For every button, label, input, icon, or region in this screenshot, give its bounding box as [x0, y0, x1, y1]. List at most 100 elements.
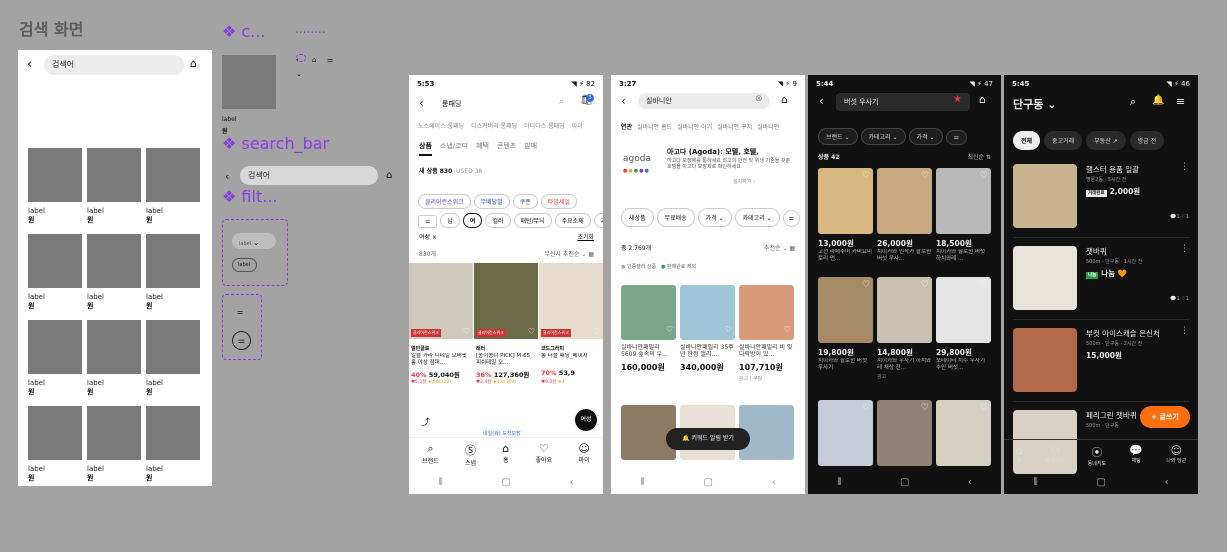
category-tab[interactable]: 방금 전	[1129, 131, 1165, 150]
post-item[interactable]: 햄스터 용품 일괄 ⋮ 명륜2동 · 5시간 전 거래완료 2,000원 💬1 ♡1	[1013, 162, 1189, 238]
suggestion-item[interactable]: 실바니안 아기	[677, 124, 712, 131]
search-icon[interactable]: ⌕	[559, 97, 564, 107]
nav-item[interactable]: Ⓢ 스냅	[465, 442, 476, 467]
category-tab[interactable]: 부동산 ↗	[1086, 131, 1126, 150]
recent-apps-icon[interactable]: ⦀	[438, 477, 442, 488]
home-button-icon[interactable]: ▢	[501, 477, 510, 488]
nav-item[interactable]: ⦿ 동네지도	[1088, 444, 1106, 467]
tab-item[interactable]: 발매	[524, 142, 537, 150]
grid-card[interactable]: label 원	[28, 406, 82, 483]
option-exclude-sold[interactable]: ● 판매완료 제외	[661, 264, 696, 270]
suggestion-item[interactable]: 노스페이스 롱패딩	[418, 123, 464, 130]
filter-material[interactable]: 주요소재	[554, 213, 591, 228]
star-icon[interactable]: ★	[953, 94, 962, 105]
product-card[interactable]: ♡ 실바니안패밀리 비 및 다락방이 있... 107,710원 광고 | 쿠팡	[739, 285, 794, 385]
recent-apps-icon[interactable]: ⦀	[1033, 477, 1037, 488]
heart-icon[interactable]: ♡	[921, 280, 929, 290]
product-card[interactable]: ♡ 실바니안패밀리 5609 숲속의 우... 160,000원	[621, 285, 676, 385]
recent-apps-icon[interactable]: ⦀	[837, 477, 841, 488]
back-icon[interactable]: ‹	[419, 96, 424, 110]
product-image[interactable]: ♡	[818, 400, 873, 466]
grid-card[interactable]: label 원	[87, 234, 141, 311]
home-button-icon[interactable]: ▢	[703, 477, 712, 488]
filter-chip[interactable]: 가격 ⌄	[697, 208, 732, 227]
home-button-icon[interactable]: ▢	[900, 477, 909, 488]
back-nav-icon[interactable]: ‹	[570, 477, 574, 488]
home-icon[interactable]: ⌂	[386, 170, 392, 181]
home-icon[interactable]: ⌂	[979, 93, 986, 106]
nav-item[interactable]: 💬 채팅	[1129, 444, 1143, 467]
tab-used[interactable]: USED 38	[456, 168, 482, 175]
nav-item[interactable]: ⌕ 브랜드	[422, 442, 439, 467]
sort-dropdown[interactable]: 무신사 추천순 ⌄ ▦	[544, 249, 594, 258]
heart-icon[interactable]: ♡	[921, 171, 929, 181]
grid-card[interactable]: label 원	[28, 320, 82, 397]
home-icon[interactable]: ⌂	[312, 56, 316, 64]
filter-circle-icon[interactable]: ⚌	[232, 331, 251, 350]
filter-chip[interactable]: 카테고리 ⌄	[860, 128, 906, 145]
bell-icon[interactable]: 🔔	[1152, 95, 1164, 106]
grid-card[interactable]: label 원	[146, 320, 200, 397]
product-image[interactable]: ♡	[936, 400, 991, 466]
heart-icon[interactable]: ♡	[980, 403, 988, 413]
back-nav-icon[interactable]: ‹	[968, 477, 972, 488]
badge-coupon[interactable]: 쿠폰	[512, 194, 538, 209]
filter-pattern[interactable]: 패턴/무늬	[513, 213, 552, 228]
floating-gender-button[interactable]: 여성	[575, 409, 597, 431]
grid-card[interactable]: label 원	[87, 320, 141, 397]
product-card[interactable]: 클리어런스위크 ♡ 앨빈클로 알블 카라 디테일 오버핏 롱 야상 점퍼... 40% …	[409, 263, 473, 413]
clear-icon[interactable]: ⊗	[755, 94, 763, 104]
filter-price[interactable]: 가격	[593, 213, 603, 228]
product-card[interactable]: 클리어런스위크 ♡ 래터 [송이송이 PICK] M-65 피쉬테일 오... 36% …	[474, 263, 538, 413]
product-card[interactable]: ♡ 29,800원 포테이터 치수 우사기 수인 버섯...	[936, 277, 991, 382]
grid-card[interactable]: label 원	[146, 234, 200, 311]
back-icon[interactable]: ‹	[819, 94, 824, 108]
post-item[interactable]: 부컷 아이스캐슬 은신처 ⋮ 500m · 단구동 · 2시간 전 15,000원	[1013, 326, 1189, 402]
product-image[interactable]: ♡	[877, 400, 932, 466]
filter-chip-dropdown[interactable]: label ⌄	[232, 233, 276, 249]
heart-icon[interactable]: ♡	[784, 325, 791, 334]
filter-female[interactable]: 여	[462, 213, 483, 228]
search-input[interactable]: 롱패딩	[442, 99, 461, 109]
heart-icon[interactable]: ♡	[593, 327, 600, 336]
write-post-button[interactable]: + 글쓰기	[1140, 406, 1190, 428]
filter-chip[interactable]: label	[232, 258, 257, 272]
product-card[interactable]: ♡ 26,000원 치이카와 인작카 할로윈 버섯 우사...	[877, 168, 932, 273]
filter-color[interactable]: 컬러	[485, 213, 511, 228]
badge-clearance[interactable]: 클리어런스위크	[418, 194, 471, 209]
heart-icon[interactable]: ♡	[980, 171, 988, 181]
location-dropdown[interactable]: 단구동 ⌄	[1013, 96, 1056, 112]
recent-apps-icon[interactable]: ⦀	[640, 477, 644, 488]
nav-item[interactable]: ♡ 좋아요	[536, 442, 553, 467]
filter-chip[interactable]: 가격 ⌄	[908, 128, 943, 145]
heart-icon[interactable]: ♡	[862, 403, 870, 413]
share-icon[interactable]: ⤴	[421, 415, 430, 428]
reset-button[interactable]: 초기화	[577, 232, 594, 241]
tab-item[interactable]: 콘텐츠	[497, 142, 516, 150]
tab-item[interactable]: 스냅/코디	[440, 142, 468, 150]
filter-male[interactable]: 남	[440, 213, 460, 228]
tab-item[interactable]: 혜택	[476, 142, 489, 150]
sort-dropdown[interactable]: 추천순 ⌄ ▦	[764, 243, 795, 252]
ad-install-link[interactable]: 설치하기 ›	[733, 178, 755, 185]
product-card[interactable]: ♡ 18,500원 치이카와 할로윈 버섯 하치와레 ...	[936, 168, 991, 273]
heart-icon[interactable]: ♡	[528, 327, 535, 336]
filter-chip[interactable]: 브랜드 ⌄	[818, 128, 858, 145]
suggestion-item[interactable]: 연관	[621, 124, 632, 131]
heart-icon[interactable]: ♡	[921, 403, 929, 413]
back-icon[interactable]: ‹	[296, 56, 299, 64]
tab-new[interactable]: 새 상품 830	[419, 168, 452, 175]
nav-item[interactable]: ⌂ 홈	[1016, 444, 1023, 467]
grid-card[interactable]: label 원	[87, 406, 141, 483]
back-icon[interactable]: ‹	[225, 170, 229, 183]
suggestion-item[interactable]: 실바니안 꾸지	[717, 124, 752, 131]
filter-chip[interactable]: 무료배송	[656, 208, 695, 227]
gender-chip[interactable]: 여성 ×	[419, 232, 437, 241]
grid-card[interactable]: label 원	[28, 234, 82, 311]
heart-icon[interactable]: ♡	[463, 327, 470, 336]
grid-card[interactable]: label 원	[28, 148, 82, 225]
back-nav-icon[interactable]: ‹	[1165, 477, 1169, 488]
nav-item[interactable]: ☺ 마이	[578, 442, 589, 467]
suggestion-item[interactable]: 실바니안 홈드	[637, 124, 672, 131]
filter-icon[interactable]: ⚌	[945, 130, 967, 145]
